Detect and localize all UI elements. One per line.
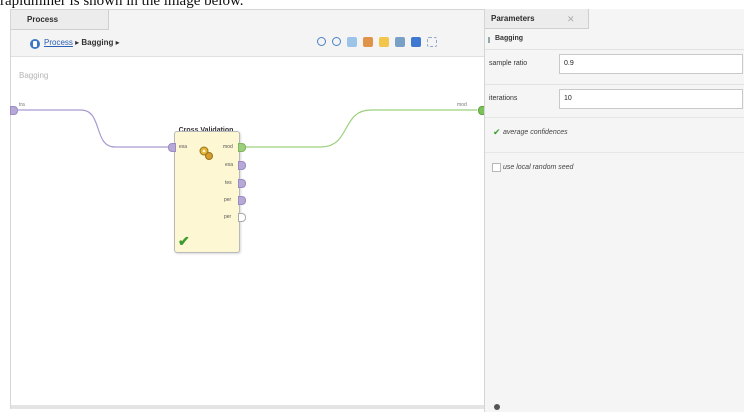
checkbox-checked-icon[interactable]: ✔	[493, 127, 501, 138]
process-panel: Process Process ▸ Bagging ▸ Bagging tra …	[10, 9, 486, 409]
checkbox-label: use local random seed	[503, 164, 574, 171]
wire-input	[17, 109, 169, 148]
operator-output-port-mod[interactable]	[238, 143, 246, 152]
breadcrumb-sep: ▸	[75, 38, 80, 47]
checkbox-unchecked[interactable]	[492, 163, 501, 172]
operator-output-port-per-2[interactable]	[238, 213, 246, 222]
port-label-exa-in: exa	[179, 144, 188, 150]
status-dot	[494, 404, 500, 410]
param-label: iterations	[489, 95, 518, 102]
port-label-per-2: per	[224, 214, 232, 220]
param-row-sample-ratio: sample ratio 0.9	[485, 49, 744, 80]
tab-parameters-label: Parameters	[491, 14, 535, 23]
port-label-mod-out: mod	[223, 144, 233, 150]
copy-icon[interactable]	[347, 37, 357, 47]
selected-operator-name: Bagging	[488, 35, 523, 43]
operator-output-port-tes[interactable]	[238, 179, 246, 188]
wire-output	[245, 109, 477, 148]
param-row-iterations: iterations 10	[485, 84, 744, 115]
process-icon[interactable]	[30, 39, 40, 49]
param-row-average-confidences[interactable]: ✔ average confidences	[485, 117, 744, 148]
horizontal-scrollbar[interactable]	[11, 405, 485, 409]
tab-process[interactable]: Process	[11, 10, 109, 30]
param-label: sample ratio	[489, 60, 528, 67]
iterations-input[interactable]: 10	[559, 89, 743, 109]
check-icon: ✔	[178, 233, 190, 249]
breadcrumb-sep[interactable]: ▸	[116, 38, 120, 47]
breadcrumb-bagging[interactable]: Bagging	[81, 38, 113, 47]
close-icon[interactable]: ✕	[567, 9, 575, 29]
port-label-per-1: per	[224, 197, 232, 203]
process-toolbar: Process ▸ Bagging ▸	[11, 34, 485, 56]
arrange-icon[interactable]	[411, 37, 421, 47]
zoom-out-icon[interactable]	[332, 37, 341, 46]
sample-ratio-input[interactable]: 0.9	[559, 54, 743, 74]
param-row-use-local-random-seed[interactable]: use local random seed	[485, 152, 744, 183]
checkbox-label: average confidences	[503, 129, 568, 136]
connection-wires	[17, 109, 477, 148]
process-canvas[interactable]: Bagging tra mod Cross Validation exa mod…	[10, 56, 486, 409]
operator-output-port-exa[interactable]	[238, 161, 246, 170]
port-label-tes: tes	[225, 180, 232, 186]
zoom-in-icon[interactable]	[317, 37, 326, 46]
operator-input-port[interactable]	[168, 143, 176, 152]
paste-icon[interactable]	[363, 37, 373, 47]
breadcrumb: Process ▸ Bagging ▸	[44, 38, 120, 47]
cross-validation-icon	[199, 146, 213, 160]
operator-output-port-per-1[interactable]	[238, 196, 246, 205]
port-label-exa-out: exa	[225, 162, 234, 168]
toolbar-icons	[317, 37, 437, 47]
fit-icon[interactable]	[427, 37, 437, 47]
tab-parameters[interactable]: Parameters ✕	[485, 9, 589, 29]
breadcrumb-process[interactable]: Process	[44, 38, 73, 47]
parameters-panel: Parameters ✕ Bagging sample ratio 0.9 it…	[484, 9, 744, 412]
auto-wire-icon[interactable]	[395, 37, 405, 47]
note-icon[interactable]	[379, 37, 389, 47]
